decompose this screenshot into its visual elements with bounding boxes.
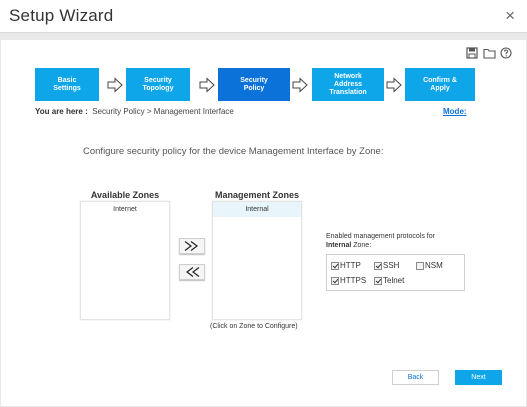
close-icon[interactable]: × [505,6,515,26]
step-label: Security Topology [142,76,174,92]
available-zones-heading: Available Zones [90,190,160,200]
step-label: Confirm & Apply [423,76,457,92]
protocols-label-suffix: Zone: [353,241,372,249]
breadcrumb: You are here : Security Policy > Managem… [35,107,234,116]
step-label: Security Policy [240,76,268,92]
next-button[interactable]: Next [455,370,502,385]
mode-link[interactable]: Mode: [443,107,467,116]
move-left-button[interactable] [179,264,205,280]
management-zones-heading: Management Zones [214,190,299,200]
http-checkbox[interactable] [331,261,339,270]
step-basic-settings[interactable]: Basic Settings [35,68,99,101]
protocol-label: HTTP [340,261,361,270]
breadcrumb-path: Security Policy > Management Interface [92,107,234,116]
step-label: Basic Settings [53,76,81,92]
window-title: Setup Wizard [9,6,114,25]
arrow-right-icon [292,77,308,93]
ssh-checkbox[interactable] [374,261,382,270]
https-checkbox[interactable] [331,276,339,285]
protocol-label: NSM [425,261,443,270]
arrow-right-icon [107,77,123,93]
instruction-text: Configure security policy for the device… [83,146,384,157]
arrow-right-icon [386,77,402,93]
click-hint: (Click on Zone to Configure) [210,323,298,330]
arrow-right-icon [199,77,215,93]
breadcrumb-prefix: You are here : [35,107,88,116]
protocols-label-line: Enabled management protocols for [326,233,435,240]
protocol-http[interactable]: HTTP [331,261,361,270]
step-security-policy[interactable]: Security Policy [218,68,290,101]
help-icon[interactable] [500,47,513,59]
zone-item-internet[interactable]: Internet [81,202,169,217]
protocol-https[interactable]: HTTPS [331,276,366,285]
protocol-label: SSH [383,261,400,270]
protocol-label: Telnet [383,276,405,285]
back-button[interactable]: Back [392,370,439,385]
step-network-address-translation[interactable]: Network Address Translation [312,68,384,101]
nsm-checkbox[interactable] [416,261,424,270]
save-icon[interactable] [466,47,479,59]
protocol-label: HTTPS [340,276,367,285]
management-zones-list[interactable]: Internal [212,201,302,320]
protocol-ssh[interactable]: SSH [374,261,399,270]
step-label: Network Address Translation [329,72,367,96]
telnet-checkbox[interactable] [374,276,382,285]
protocol-nsm[interactable]: NSM [416,261,443,270]
step-confirm-apply[interactable]: Confirm & Apply [405,68,475,101]
protocol-telnet[interactable]: Telnet [374,276,404,285]
protocols-zone-name: Internal [326,241,352,249]
available-zones-list[interactable]: Internet [80,201,170,320]
zone-item-internal[interactable]: Internal [213,202,301,217]
title-bar: Setup Wizard × [0,0,527,33]
protocols-label: Enabled management protocols for Interna… [326,233,466,250]
step-security-topology[interactable]: Security Topology [126,68,190,101]
move-right-button[interactable] [179,238,205,254]
folder-icon[interactable] [483,47,496,59]
protocols-box [326,254,465,291]
